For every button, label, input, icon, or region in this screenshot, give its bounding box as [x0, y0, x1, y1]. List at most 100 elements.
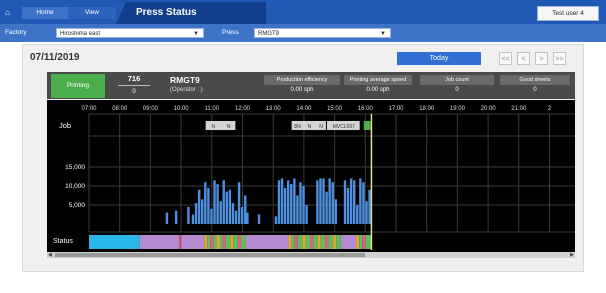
sheet-count-value: 716 [127, 74, 141, 83]
scrollbar-thumb[interactable] [55, 253, 365, 257]
metric-good-sheets: Good sheets 0 [500, 75, 570, 97]
speed-bar [257, 214, 261, 224]
x-tick-label: 16:00 [358, 106, 374, 112]
status-segment [305, 235, 311, 249]
status-segment [365, 235, 372, 249]
status-segment [139, 235, 180, 249]
x-tick-label: 10:00 [174, 106, 190, 112]
status-segment [291, 235, 295, 249]
top-bar: ⌂ Home View Press Status Test user 4 [0, 0, 606, 24]
status-segment [313, 235, 318, 249]
speed-bar [244, 195, 247, 224]
status-segment [245, 235, 289, 249]
status-segment [302, 235, 306, 249]
speed-bar [277, 180, 281, 224]
date-label: 07/11/2019 [30, 52, 80, 63]
speed-bar [353, 180, 356, 224]
x-tick-label: 21:00 [511, 106, 527, 112]
status-segment [89, 235, 140, 249]
speed-bar [328, 178, 331, 224]
sheet-count: 716 0 [112, 74, 156, 98]
x-tick-label: 15:00 [327, 106, 343, 112]
speed-bar [296, 195, 299, 224]
horizontal-scrollbar[interactable]: ◀ ▶ [47, 252, 575, 258]
speed-bar [231, 203, 235, 224]
status-row-label: Status [53, 238, 73, 245]
x-tick-label: 07:00 [81, 106, 97, 112]
metric-production-efficiency: Production efficiency 0.00 sph [264, 75, 340, 97]
speed-bar [325, 191, 328, 224]
status-segment [204, 235, 208, 249]
job-bar [363, 121, 371, 130]
prev-page-button[interactable]: < [517, 52, 530, 65]
speed-bar [234, 210, 238, 224]
status-segment [320, 235, 326, 249]
metric-label: Production efficiency [264, 75, 340, 85]
speed-bar [246, 212, 249, 224]
press-select[interactable]: RMGT9 ▼ [254, 28, 391, 38]
metric-label: Good sheets [500, 75, 570, 85]
home-icon[interactable]: ⌂ [5, 8, 10, 18]
scroll-left-icon[interactable]: ◀ [48, 252, 52, 258]
speed-bar [280, 178, 284, 224]
page-title: Press Status [116, 2, 266, 24]
speed-bar [322, 178, 325, 224]
scroll-right-icon[interactable]: ▶ [570, 252, 574, 258]
speed-bar [316, 180, 319, 224]
status-segment [325, 235, 329, 249]
factory-label: Factory [5, 29, 27, 36]
x-tick-label: 13:00 [266, 106, 282, 112]
status-segment [336, 235, 341, 249]
metric-value: 0.00 sph [290, 87, 314, 93]
job-label: N [319, 124, 323, 130]
factory-select-value: Hiroshima east [60, 31, 101, 37]
today-button[interactable]: Today [397, 52, 481, 65]
last-page-button[interactable]: >> [553, 52, 566, 65]
status-segment [219, 235, 223, 249]
speed-bar [228, 189, 232, 224]
speed-bar [319, 178, 322, 224]
sheet-count-sub: 0 [132, 89, 136, 95]
next-page-button[interactable]: > [535, 52, 548, 65]
tab-home[interactable]: Home [22, 7, 68, 19]
factory-select[interactable]: Hiroshima east ▼ [56, 28, 204, 38]
x-tick-label: 17:00 [388, 106, 404, 112]
speed-bar [346, 187, 350, 224]
y-tick-label: 5,000 [69, 202, 86, 209]
speed-bar [219, 201, 222, 224]
press-timeline-chart: 07:00 08:00 09:00 10:00 11:00 12:00 13:00 14:00… [47, 100, 575, 252]
metric-value: 0 [533, 87, 537, 93]
status-segment [216, 235, 220, 249]
status-segment [294, 235, 298, 249]
speed-bar [240, 206, 244, 224]
speed-bar [368, 189, 371, 224]
status-segment [213, 235, 217, 249]
speed-bar [225, 191, 229, 224]
status-segment [359, 235, 363, 249]
metric-value: 0 [455, 87, 459, 93]
speed-bar [293, 178, 296, 224]
speed-bar [362, 182, 365, 224]
y-tick-label: 10,000 [65, 183, 85, 190]
speed-bar [334, 199, 337, 224]
tab-view[interactable]: View [68, 7, 116, 19]
status-segment [328, 235, 334, 249]
y-tick-label: 15,000 [65, 164, 85, 171]
status-segment [340, 235, 357, 249]
first-page-button[interactable]: << [499, 52, 512, 65]
status-segment [297, 235, 303, 249]
speed-bar [213, 180, 216, 224]
speed-bar [191, 214, 195, 224]
job-label: N [212, 124, 216, 130]
status-segment [207, 235, 211, 249]
speed-bar [187, 206, 190, 224]
speed-bar [194, 203, 198, 224]
status-segment [179, 235, 182, 249]
x-tick-label: 12:00 [235, 106, 251, 112]
status-segment [222, 235, 226, 249]
metric-label: Job count [420, 75, 494, 85]
press-select-value: RMGT9 [258, 31, 279, 37]
speed-bar [201, 199, 204, 224]
speed-bar [204, 182, 207, 224]
user-button[interactable]: Test user 4 [537, 6, 599, 21]
